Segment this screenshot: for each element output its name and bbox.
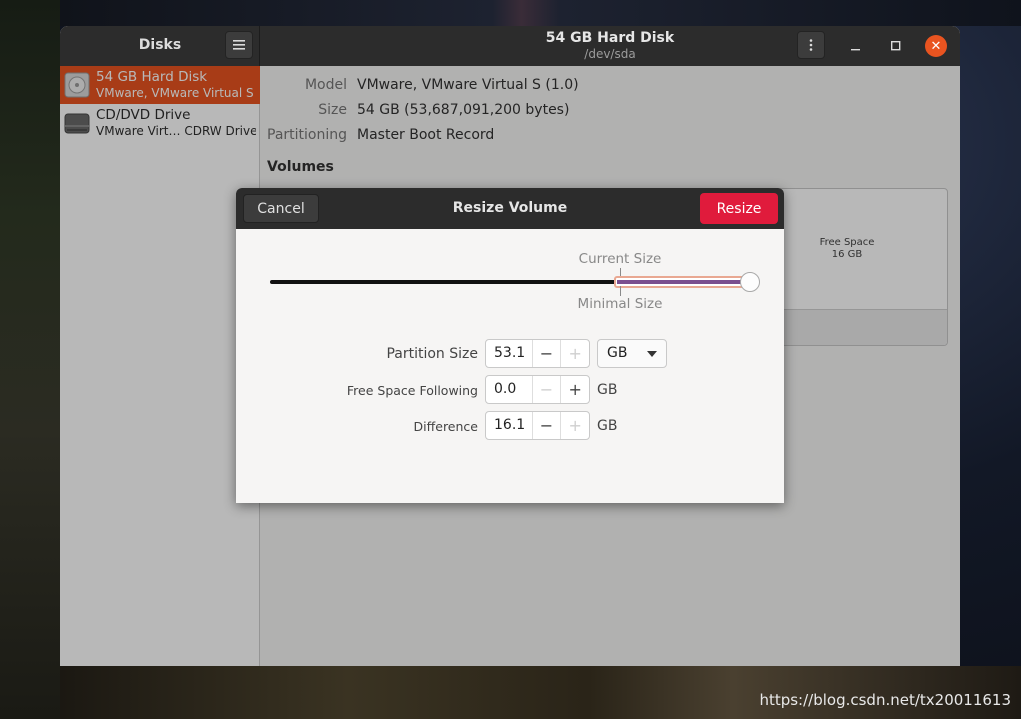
slider-knob[interactable] (740, 272, 760, 292)
difference-spinbutton[interactable]: 16.1 − + (485, 411, 590, 440)
difference-increment: + (560, 412, 589, 439)
minimal-size-mark (620, 286, 621, 296)
minimize-icon (851, 49, 860, 51)
desktop-background-left (0, 0, 60, 719)
dialog-header: Cancel Resize Volume Resize (236, 188, 784, 229)
free-space-following-spinbutton[interactable]: 0.0 − + (485, 375, 590, 404)
maximize-button[interactable] (885, 35, 907, 57)
headerbar: Disks 54 GB Hard Disk /dev/sda ✕ (60, 26, 960, 66)
free-space-following-value[interactable]: 0.0 (486, 376, 532, 403)
main-header: 54 GB Hard Disk /dev/sda ✕ (260, 26, 960, 66)
partition-size-spinbutton[interactable]: 53.1 − + (485, 339, 590, 368)
partition-size-label: Partition Size (386, 346, 478, 362)
resize-volume-dialog: Cancel Resize Volume Resize Current Size… (236, 188, 784, 503)
disk-menu-button[interactable] (797, 31, 825, 59)
desktop-background-top (60, 0, 1021, 26)
size-unit-dropdown[interactable]: GB (597, 339, 667, 368)
dropdown-arrow-icon (647, 351, 657, 357)
difference-decrement[interactable]: − (531, 412, 561, 439)
partition-size-increment: + (560, 340, 589, 367)
current-size-label: Current Size (578, 251, 662, 267)
hamburger-menu-button[interactable] (225, 31, 253, 59)
free-space-following-increment[interactable]: + (560, 376, 589, 403)
size-slider[interactable]: Current Size Minimal Size (236, 229, 784, 329)
free-space-following-unit: GB (597, 382, 618, 398)
minimal-size-label: Minimal Size (577, 296, 663, 312)
difference-label: Difference (413, 419, 478, 434)
close-icon: ✕ (930, 38, 942, 54)
slider-fill-bar (617, 280, 747, 284)
minimize-button[interactable] (845, 35, 867, 57)
watermark-url: https://blog.csdn.net/tx20011613 (759, 691, 1011, 709)
free-space-following-decrement: − (531, 376, 561, 403)
partition-size-decrement[interactable]: − (531, 340, 561, 367)
free-space-following-label: Free Space Following (346, 383, 478, 398)
close-button[interactable]: ✕ (925, 35, 947, 57)
difference-value[interactable]: 16.1 (486, 412, 532, 439)
partition-size-value[interactable]: 53.1 (486, 340, 532, 367)
kebab-menu-icon (809, 39, 813, 51)
slider-fill (614, 276, 750, 288)
hamburger-icon (233, 40, 245, 50)
difference-unit: GB (597, 418, 618, 434)
sidebar-header: Disks (60, 26, 260, 66)
resize-button[interactable]: Resize (700, 193, 778, 224)
maximize-icon (891, 41, 901, 51)
size-unit-selected: GB (607, 345, 628, 361)
